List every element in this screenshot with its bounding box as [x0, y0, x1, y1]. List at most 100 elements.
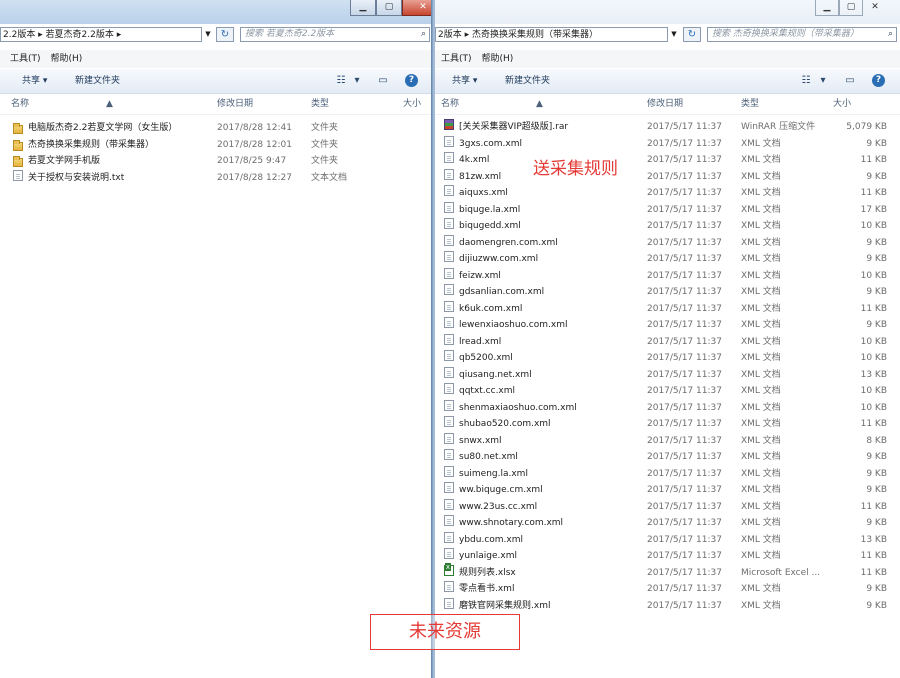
new-folder-button[interactable]: 新建文件夹 [505, 69, 550, 93]
xml-file-icon [444, 383, 454, 394]
minimize-icon[interactable]: ▁ [815, 0, 839, 16]
menu-tools[interactable]: 工具(T) [441, 50, 472, 68]
list-item[interactable]: 零点看书.xml 2017/5/17 11:37 XML 文档 9 KB [435, 581, 900, 598]
column-date[interactable]: 修改日期 [647, 94, 683, 114]
file-name: suimeng.la.xml [459, 468, 528, 479]
chevron-down-icon[interactable]: ▼ [202, 27, 214, 42]
list-item[interactable]: shenmaxiaoshuo.com.xml 2017/5/17 11:37 XML… [435, 399, 900, 417]
menu-help[interactable]: 帮助(H) [51, 50, 83, 68]
breadcrumb[interactable]: 2.2版本 ▸ 若夏杰奇2.2版本 ▸ [0, 27, 202, 42]
column-date[interactable]: 修改日期 [217, 94, 253, 114]
file-date: 2017/5/17 11:37 [647, 270, 722, 281]
list-item[interactable]: 3gxs.com.xml 2017/5/17 11:37 XML 文档 9 KB [435, 135, 900, 153]
file-type: XML 文档 [741, 221, 781, 231]
column-type[interactable]: 类型 [741, 94, 759, 114]
list-item[interactable]: k6uk.com.xml 2017/5/17 11:37 XML 文档 11 KB [435, 300, 900, 318]
list-item[interactable]: qb5200.xml 2017/5/17 11:37 XML 文档 10 KB [435, 350, 900, 367]
menu-bar: 工具(T) 帮助(H) [0, 50, 435, 68]
view-options-icon[interactable]: ☷ [334, 74, 348, 87]
file-date: 2017/5/17 11:37 [647, 369, 722, 380]
list-item[interactable]: su80.net.xml 2017/5/17 11:37 XML 文档 9 KB [435, 449, 900, 466]
folder-icon [13, 139, 23, 151]
xml-file-icon [444, 366, 454, 378]
list-item[interactable]: feizw.xml 2017/5/17 11:37 XML 文档 10 KB [435, 267, 900, 285]
new-folder-button[interactable]: 新建文件夹 [75, 69, 120, 93]
title-bar: ▁ ▢ ✕ [0, 0, 435, 24]
menu-help[interactable]: 帮助(H) [482, 50, 514, 68]
xml-file-icon [444, 581, 454, 592]
column-size[interactable]: 大小 [833, 94, 851, 114]
list-item[interactable]: 电脑版杰奇2.2若夏文学网（女生版） 2017/8/28 12:41 文件夹 [0, 120, 435, 137]
help-icon[interactable]: ? [405, 74, 418, 87]
list-item[interactable]: [关关采集器VIP超级版].rar 2017/5/17 11:37 WinRAR 压… [435, 119, 900, 136]
list-item[interactable]: ybdu.com.xml 2017/5/17 11:37 XML 文档 13 KB [435, 531, 900, 549]
maximize-icon[interactable]: ▢ [839, 0, 863, 16]
file-type: Microsoft Excel ... [741, 567, 821, 578]
caption-buttons: ▁ ▢ ✕ [815, 0, 887, 17]
file-date: 2017/5/17 11:37 [647, 386, 722, 396]
close-icon[interactable]: ✕ [863, 0, 887, 16]
list-item[interactable]: www.23us.cc.xml 2017/5/17 11:37 XML 文档 11 K… [435, 498, 900, 516]
list-item[interactable]: 磨铁官网采集规则.xml 2017/5/17 11:37 XML 文档 9 KB [435, 597, 900, 615]
view-options-icon[interactable]: ☷ [799, 74, 813, 87]
search-input[interactable]: 搜索 杰奇换换采集规则（带采集器） ⌕ [707, 27, 897, 42]
list-item[interactable]: lewenxiaoshuo.com.xml 2017/5/17 11:37 XML … [435, 317, 900, 334]
file-size: 17 KB [860, 204, 887, 215]
list-item[interactable]: yunlaige.xml 2017/5/17 11:37 XML 文档 11 KB [435, 548, 900, 565]
list-item[interactable]: daomengren.com.xml 2017/5/17 11:37 XML 文档 9… [435, 234, 900, 252]
column-name[interactable]: 名称 [11, 94, 29, 114]
search-input[interactable]: 搜索 若夏杰奇2.2版本 ⌕ [240, 27, 430, 42]
list-item[interactable]: dijiuzww.com.xml 2017/5/17 11:37 XML 文档 9 K… [435, 251, 900, 268]
list-item[interactable]: 若夏文学网手机版 2017/8/25 9:47 文件夹 [0, 153, 435, 170]
list-item[interactable]: www.shnotary.com.xml 2017/5/17 11:37 XML 文… [435, 515, 900, 532]
file-size: 9 KB [866, 518, 887, 528]
list-item[interactable]: biqugedd.xml 2017/5/17 11:37 XML 文档 10 KB [435, 218, 900, 235]
list-item[interactable]: lread.xml 2017/5/17 11:37 XML 文档 10 KB [435, 333, 900, 351]
list-item[interactable]: 81zw.xml 2017/5/17 11:37 XML 文档 9 KB [435, 168, 900, 186]
file-date: 2017/5/17 11:37 [647, 171, 722, 182]
xml-file-icon [444, 317, 454, 328]
search-icon[interactable]: ⌕ [888, 28, 893, 41]
chevron-down-icon[interactable]: ▾ [816, 74, 830, 87]
refresh-icon[interactable]: ↻ [216, 27, 234, 42]
file-type: XML 文档 [741, 600, 781, 611]
column-size[interactable]: 大小 [403, 94, 421, 114]
list-item[interactable]: gdsanlian.com.xml 2017/5/17 11:37 XML 文档 9 … [435, 284, 900, 301]
file-date: 2017/5/17 11:37 [647, 353, 722, 363]
menu-tools[interactable]: 工具(T) [10, 50, 41, 68]
file-date: 2017/5/17 11:37 [647, 237, 722, 248]
list-item[interactable]: snwx.xml 2017/5/17 11:37 XML 文档 8 KB [435, 432, 900, 450]
file-date: 2017/5/17 11:37 [647, 320, 722, 330]
list-item[interactable]: 关于授权与安装说明.txt 2017/8/28 12:27 文本文档 [0, 169, 435, 187]
list-item[interactable]: 4k.xml 2017/5/17 11:37 XML 文档 11 KB [435, 152, 900, 169]
list-item[interactable]: ww.biquge.cm.xml 2017/5/17 11:37 XML 文档 9 K… [435, 482, 900, 499]
chevron-down-icon[interactable]: ▾ [350, 74, 364, 87]
list-item[interactable]: 杰奇换换采集规则（带采集器） 2017/8/28 12:01 文件夹 [0, 137, 435, 154]
list-item[interactable]: shubao520.com.xml 2017/5/17 11:37 XML 文档 11… [435, 416, 900, 433]
maximize-icon[interactable]: ▢ [376, 0, 402, 16]
list-item[interactable]: biquge.la.xml 2017/5/17 11:37 XML 文档 17 KB [435, 201, 900, 219]
share-button[interactable]: 共享 ▾ [22, 69, 47, 93]
column-name[interactable]: 名称 [441, 94, 459, 114]
annotation-label: 送采集规则 [533, 159, 618, 179]
address-row: 2.2版本 ▸ 若夏杰奇2.2版本 ▸ ▼ ↻ 搜索 若夏杰奇2.2版本 ⌕ [0, 25, 435, 45]
minimize-icon[interactable]: ▁ [350, 0, 376, 16]
xml-file-icon [444, 251, 454, 262]
file-size: 11 KB [860, 303, 887, 314]
list-item[interactable]: qqtxt.cc.xml 2017/5/17 11:37 XML 文档 10 KB [435, 383, 900, 400]
chevron-down-icon[interactable]: ▼ [668, 27, 680, 42]
share-button[interactable]: 共享 ▾ [452, 69, 477, 93]
list-item[interactable]: suimeng.la.xml 2017/5/17 11:37 XML 文档 9 KB [435, 465, 900, 483]
list-item[interactable]: 规则列表.xlsx 2017/5/17 11:37 Microsoft Excel … [435, 562, 900, 582]
file-type: XML 文档 [741, 353, 781, 363]
search-icon[interactable]: ⌕ [421, 28, 426, 41]
list-item[interactable]: qiusang.net.xml 2017/5/17 11:37 XML 文档 13 K… [435, 366, 900, 384]
list-item[interactable]: aiquxs.xml 2017/5/17 11:37 XML 文档 11 KB [435, 185, 900, 202]
preview-pane-icon[interactable]: ▭ [843, 74, 857, 87]
refresh-icon[interactable]: ↻ [683, 27, 701, 42]
breadcrumb[interactable]: 2版本 ▸ 杰奇换换采集规则（带采集器） [435, 27, 668, 42]
file-size: 9 KB [866, 287, 887, 297]
help-icon[interactable]: ? [872, 74, 885, 87]
column-type[interactable]: 类型 [311, 94, 329, 114]
preview-pane-icon[interactable]: ▭ [376, 74, 390, 87]
